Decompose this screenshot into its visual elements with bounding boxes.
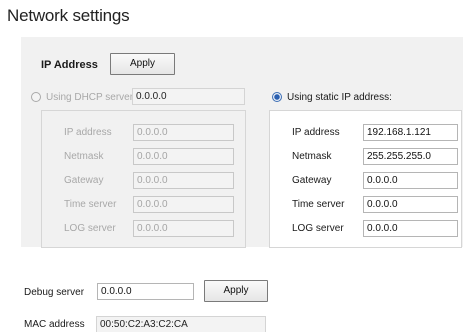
- debug-server-label: Debug server: [24, 287, 85, 298]
- static-time-server-field[interactable]: 0.0.0.0: [363, 196, 458, 213]
- dhcp-netmask-field: 0.0.0.0: [133, 148, 234, 165]
- dhcp-gateway-label: Gateway: [64, 175, 104, 186]
- mac-address-field: 00:50:C2:A3:C2:CA: [96, 316, 266, 332]
- dhcp-server-field: 0.0.0.0: [132, 88, 245, 105]
- static-netmask-label: Netmask: [292, 151, 332, 162]
- dhcp-gateway-field: 0.0.0.0: [133, 172, 234, 189]
- static-gateway-label: Gateway: [292, 175, 332, 186]
- static-log-server-field[interactable]: 0.0.0.0: [363, 220, 458, 237]
- debug-apply-button[interactable]: Apply: [204, 280, 268, 302]
- static-gateway-field[interactable]: 0.0.0.0: [363, 172, 458, 189]
- static-netmask-field[interactable]: 255.255.255.0: [363, 148, 458, 165]
- dhcp-log-server-field: 0.0.0.0: [133, 220, 234, 237]
- dhcp-time-server-field: 0.0.0.0: [133, 196, 234, 213]
- page-title: Network settings: [7, 6, 130, 25]
- dhcp-radio[interactable]: [31, 92, 41, 102]
- dhcp-log-server-label: LOG server: [64, 223, 116, 234]
- static-ip-radio-label: Using static IP address:: [287, 92, 392, 103]
- static-ip-radio[interactable]: [272, 92, 282, 102]
- static-time-server-label: Time server: [292, 199, 345, 210]
- dhcp-time-server-label: Time server: [64, 199, 117, 210]
- dhcp-ip-address-label: IP address: [64, 127, 112, 138]
- static-ip-address-label: IP address: [292, 127, 340, 138]
- static-ip-address-field[interactable]: 192.168.1.121: [363, 124, 458, 141]
- ip-apply-button[interactable]: Apply: [110, 53, 175, 75]
- dhcp-radio-label: Using DHCP server:: [46, 92, 136, 103]
- dhcp-netmask-label: Netmask: [64, 151, 104, 162]
- mac-address-label: MAC address: [24, 319, 85, 330]
- dhcp-ip-address-field: 0.0.0.0: [133, 124, 234, 141]
- ip-address-section-label: IP Address: [41, 59, 98, 71]
- static-log-server-label: LOG server: [292, 223, 344, 234]
- debug-server-field[interactable]: 0.0.0.0: [97, 283, 194, 300]
